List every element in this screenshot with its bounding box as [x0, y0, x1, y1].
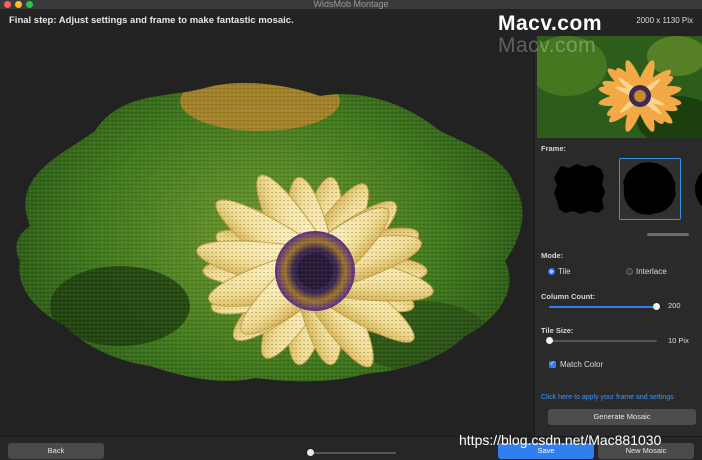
- watermark-reflection: Macv.com: [498, 34, 597, 57]
- circle-frame-icon: [623, 162, 676, 215]
- frame-label: Frame:: [541, 144, 567, 153]
- watermark-url: https://blog.csdn.net/Mac881030: [459, 432, 662, 448]
- column-count-fill: [549, 306, 656, 308]
- zoom-slider-knob[interactable]: [307, 449, 314, 456]
- mode-interlace-label: Interlace: [636, 267, 667, 276]
- frame-carousel[interactable]: [535, 158, 702, 224]
- rough-square-frame-icon: [554, 164, 605, 214]
- tile-size-label: Tile Size:: [541, 326, 574, 335]
- mosaic-canvas[interactable]: [0, 36, 534, 436]
- mode-tile-radio[interactable]: [548, 268, 555, 275]
- mode-interlace-radio[interactable]: [626, 268, 633, 275]
- generate-mosaic-button[interactable]: Generate Mosaic: [548, 409, 696, 425]
- column-count-label: Column Count:: [541, 292, 596, 301]
- apply-settings-link[interactable]: Click here to apply your frame and setti…: [541, 394, 674, 401]
- frame-circle[interactable]: [619, 158, 681, 220]
- partial-frame-icon: [695, 172, 702, 206]
- match-color-checkbox[interactable]: ✓: [549, 361, 556, 368]
- tile-size-slider[interactable]: [546, 337, 657, 344]
- frame-rough-square[interactable]: [549, 158, 611, 220]
- title-bar: WidsMob Montage: [0, 0, 702, 9]
- back-button[interactable]: Back: [8, 443, 104, 459]
- frame-carousel-scrollbar[interactable]: [647, 233, 689, 236]
- mode-label: Mode:: [541, 251, 564, 260]
- window-title: WidsMob Montage: [313, 0, 389, 9]
- app-window: WidsMob Montage Final step: Adjust setti…: [0, 0, 702, 460]
- frame-partial[interactable]: [689, 158, 702, 220]
- watermark-text: Macv.com: [498, 12, 602, 35]
- step-instructions: Final step: Adjust settings and frame to…: [9, 15, 294, 26]
- column-count-value: 200: [668, 301, 681, 310]
- image-dimensions: 2000 x 1130 Pix: [636, 16, 693, 25]
- match-color-label: Match Color: [560, 360, 604, 369]
- column-count-slider[interactable]: [549, 303, 660, 310]
- tile-size-value: 10 Pix: [668, 336, 689, 345]
- mode-tile-label: Tile: [558, 267, 571, 276]
- settings-panel: Frame: Mode: Tile Interlace Column Count…: [534, 36, 702, 436]
- column-count-knob[interactable]: [653, 303, 660, 310]
- zoom-slider[interactable]: [307, 449, 396, 456]
- mosaic-preview-image: [16, 82, 523, 382]
- tile-size-knob[interactable]: [546, 337, 553, 344]
